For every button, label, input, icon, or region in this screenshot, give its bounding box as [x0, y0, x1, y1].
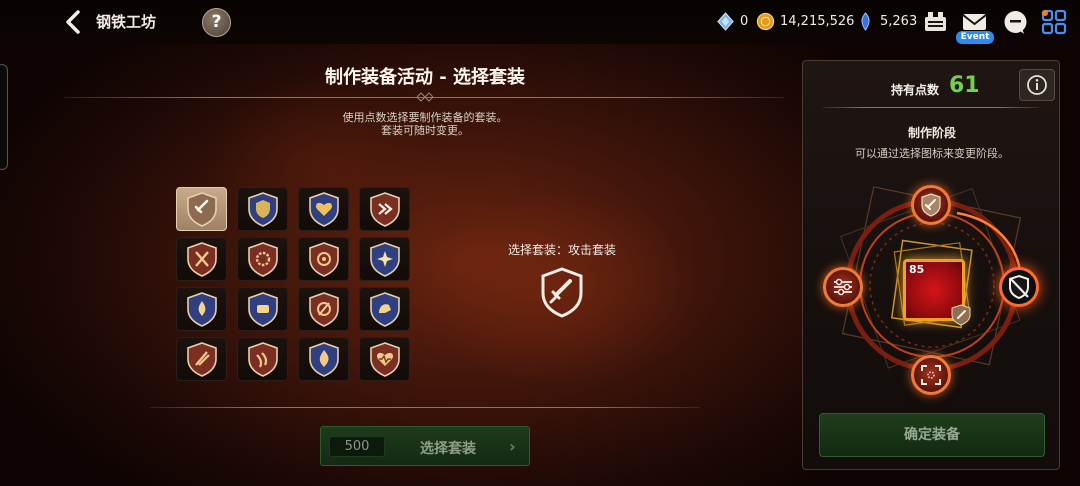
- focus-node-icon: [921, 365, 941, 385]
- stage-node-focus[interactable]: [911, 355, 951, 395]
- selected-set-label: 选择套装：攻击套装: [507, 243, 616, 257]
- description: 使用点数选择要制作装备的套装。 套装可随时变更。: [240, 111, 610, 137]
- gem-currency: 5,263: [856, 12, 917, 31]
- crystal-currency: 0: [716, 12, 748, 31]
- sword-shield-icon: [186, 192, 217, 227]
- target-shield-icon: [308, 242, 339, 277]
- heartbeat-shield-icon: [369, 342, 400, 377]
- points-value: 61: [949, 73, 980, 98]
- back-arrow-icon[interactable]: [60, 8, 88, 36]
- bottom-divider: [150, 407, 700, 408]
- set-tile[interactable]: [176, 337, 227, 381]
- set-tile[interactable]: [359, 337, 410, 381]
- crest-shield-icon: [247, 192, 278, 227]
- select-set-label: 选择套装: [420, 441, 476, 457]
- set-tile[interactable]: [359, 187, 410, 231]
- set-tile[interactable]: [176, 287, 227, 331]
- page-title: 钢铁工坊: [96, 13, 157, 31]
- equipment-level: 85: [909, 263, 925, 276]
- info-button[interactable]: [1019, 69, 1055, 101]
- divider-ornament-icon: [417, 92, 433, 102]
- blade-shield-icon: [186, 342, 217, 377]
- set-tile[interactable]: [237, 287, 288, 331]
- confirm-equipment-button[interactable]: 确定装备: [819, 413, 1045, 457]
- arrow-shield-icon: [369, 192, 400, 227]
- sun-shield-icon: [247, 242, 278, 277]
- gold-currency: 14,215,526: [756, 12, 854, 31]
- selected-sword-shield-icon: [541, 267, 583, 318]
- claw-shield-icon: [247, 342, 278, 377]
- equipment-card[interactable]: 85: [903, 259, 971, 326]
- select-set-button[interactable]: 500 选择套装 ›: [320, 426, 530, 466]
- info-icon: [1027, 75, 1047, 95]
- stage-description: 可以通过选择图标来变更阶段。: [855, 147, 1009, 160]
- stage-node-sword[interactable]: [911, 185, 951, 225]
- equipment-set-icon: [951, 304, 971, 326]
- set-tile[interactable]: [298, 187, 349, 231]
- gem-amount: 5,263: [880, 14, 918, 29]
- top-bar: 钢铁工坊 ? 0 14,215,526 5,263 Event: [0, 0, 1080, 44]
- flame-shield-icon: [308, 342, 339, 377]
- menu-grid-icon[interactable]: [1040, 8, 1068, 36]
- chevron-right-icon: ›: [509, 437, 516, 456]
- stage-node-shield-off[interactable]: [999, 267, 1039, 307]
- stage-node-sliders[interactable]: [823, 267, 863, 307]
- sliders-node-icon: [834, 278, 852, 296]
- arm-shield-icon: [369, 292, 400, 327]
- set-tile[interactable]: [176, 187, 227, 231]
- set-tile[interactable]: [237, 187, 288, 231]
- set-tile[interactable]: [176, 237, 227, 281]
- gauntlet-shield-icon: [247, 292, 278, 327]
- stage-title: 制作阶段: [907, 126, 956, 140]
- set-tile[interactable]: [359, 237, 410, 281]
- panel-divider: [823, 107, 1039, 108]
- heart-shield-icon: [308, 192, 339, 227]
- set-tile[interactable]: [237, 237, 288, 281]
- main-title: 制作装备活动 - 选择套装: [324, 67, 525, 88]
- set-tile[interactable]: [298, 287, 349, 331]
- crossed-swords-icon: [186, 242, 217, 277]
- cost-value: 500: [329, 436, 385, 457]
- set-tile[interactable]: [298, 337, 349, 381]
- star-shield-icon: [369, 242, 400, 277]
- crafting-stage-panel: 持有点数 61 制作阶段 可以通过选择图标来变更阶段。 85 确定装备: [802, 60, 1060, 470]
- blue-gem-icon: [861, 12, 870, 31]
- gold-coin-icon: [756, 12, 775, 31]
- chat-icon[interactable]: [1002, 9, 1029, 36]
- no-shield-node-icon: [1009, 274, 1029, 300]
- drop-shield-icon: [186, 292, 217, 327]
- set-tile[interactable]: [359, 287, 410, 331]
- set-tile[interactable]: [298, 237, 349, 281]
- set-grid: [176, 187, 410, 381]
- side-drawer-handle[interactable]: [0, 64, 8, 170]
- description-line-2: 套装可随时变更。: [381, 124, 469, 137]
- slash-shield-icon: [308, 292, 339, 327]
- set-tile[interactable]: [237, 337, 288, 381]
- sword-node-icon: [921, 193, 941, 217]
- gold-amount: 14,215,526: [780, 14, 855, 29]
- screen: 钢铁工坊 ? 0 14,215,526 5,263 Event 制作装备活动 -…: [0, 0, 1080, 486]
- character-select-icon[interactable]: [922, 9, 949, 36]
- crystal-amount: 0: [740, 14, 749, 29]
- crystal-icon: [717, 12, 734, 31]
- event-badge[interactable]: Event: [956, 31, 994, 44]
- help-button[interactable]: ?: [202, 8, 231, 37]
- points-label: 持有点数: [891, 83, 940, 97]
- description-line-1: 使用点数选择要制作装备的套装。: [342, 111, 508, 124]
